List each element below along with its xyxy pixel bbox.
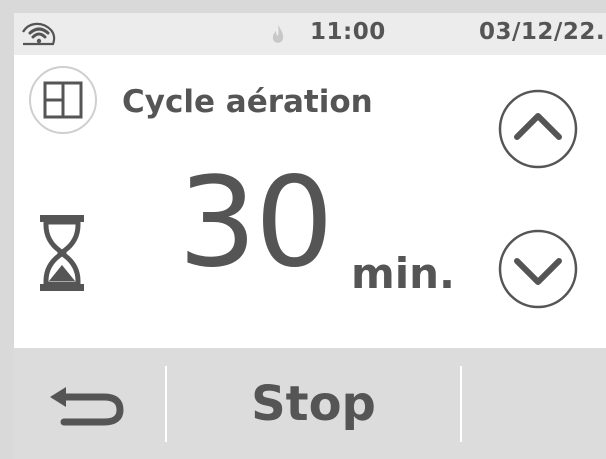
status-time: 11:00 [310, 19, 386, 45]
back-button[interactable] [14, 348, 164, 459]
back-arrow-icon [50, 387, 124, 426]
flame-icon [272, 25, 284, 43]
empty-slot [462, 348, 606, 459]
chevron-down-icon [498, 229, 578, 309]
hourglass-icon [40, 215, 84, 291]
duration-unit: min. [351, 249, 456, 298]
chevron-up-icon [498, 89, 578, 169]
duration-value: 30 [178, 151, 334, 295]
window-icon [28, 65, 98, 135]
mode-title: Cycle aération [122, 84, 373, 120]
status-date: 03/12/22. [479, 19, 606, 45]
stop-button[interactable]: Stop [167, 348, 460, 459]
bottom-bar: Stop [14, 348, 606, 459]
wifi-icon [22, 22, 56, 46]
increase-button[interactable] [498, 89, 578, 169]
device-screen: 11:00 03/12/22. Cycle aération 30 min. S… [14, 13, 606, 459]
status-bar: 11:00 03/12/22. [14, 13, 606, 55]
stop-label: Stop [251, 375, 376, 432]
decrease-button[interactable] [498, 229, 578, 309]
